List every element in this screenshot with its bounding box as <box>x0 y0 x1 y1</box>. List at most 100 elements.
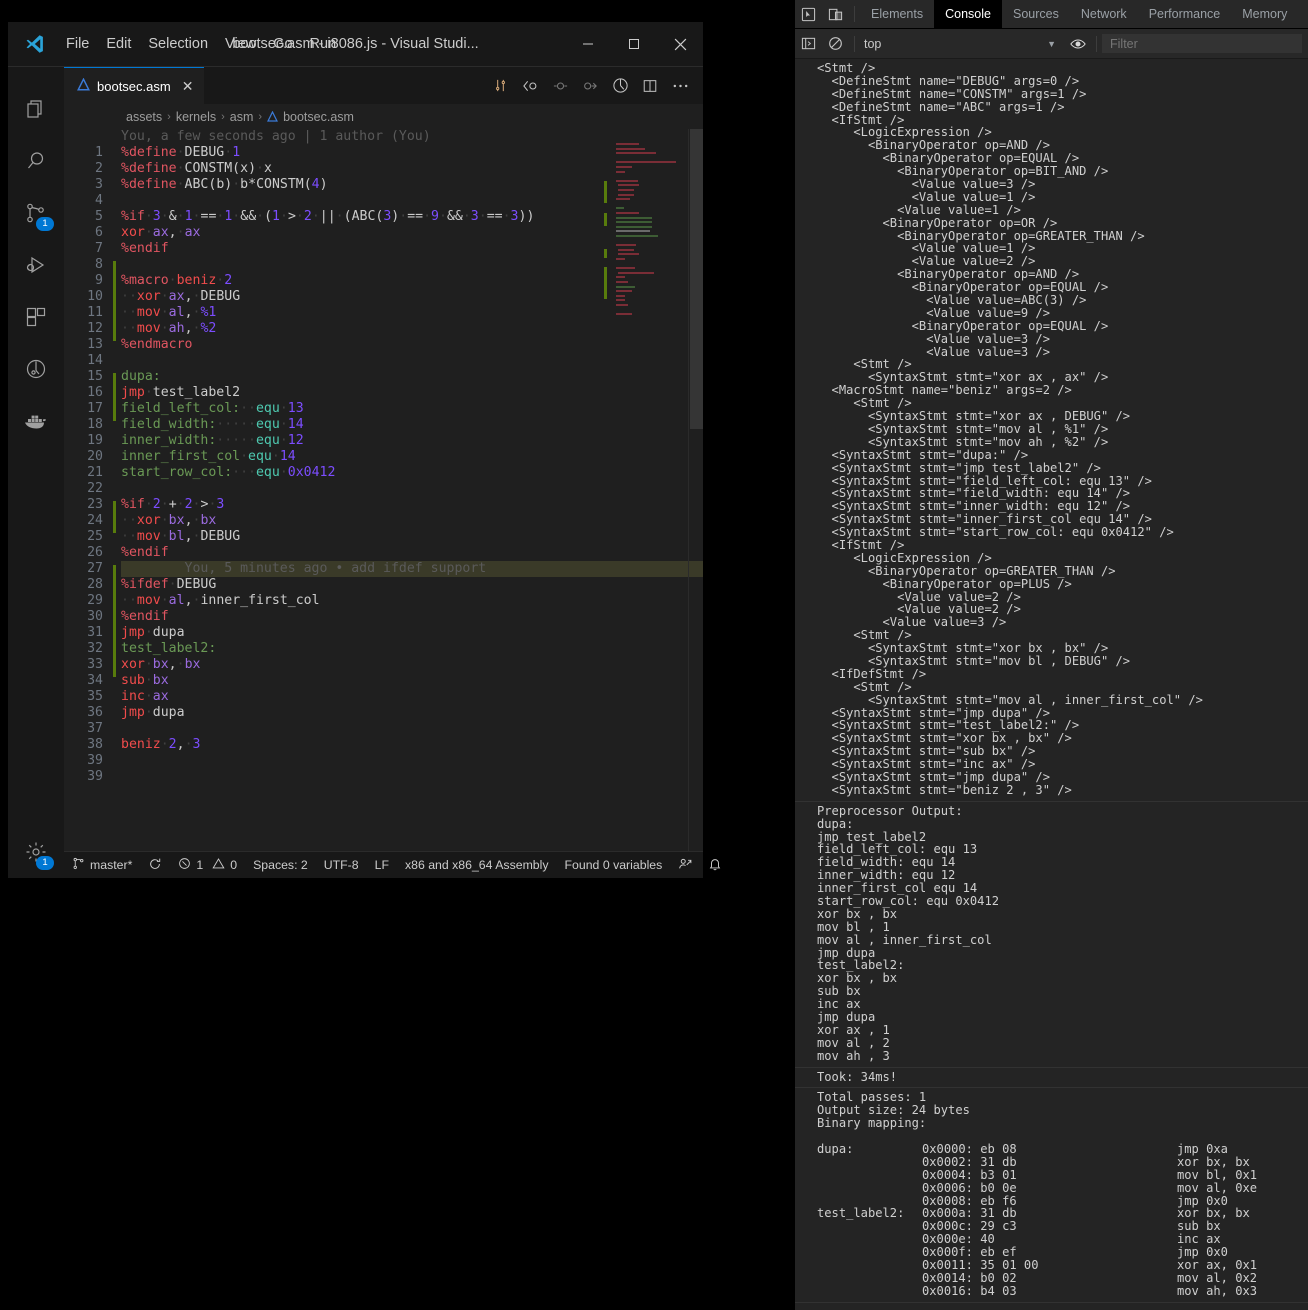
line-number: 9 <box>95 273 103 288</box>
line-number: 27 <box>87 561 103 576</box>
clear-console-icon[interactable] <box>822 31 849 57</box>
minimize-button[interactable] <box>565 22 611 66</box>
menu-item-go[interactable]: Go <box>273 36 292 52</box>
go-forward-icon[interactable] <box>579 75 601 97</box>
binary-asm: jmp 0xa <box>1177 1142 1228 1157</box>
sidebar-item-docker[interactable] <box>8 395 64 447</box>
line-number: 30 <box>87 609 103 624</box>
editor-scrollbar-thumb[interactable] <box>690 129 703 429</box>
tab-performance[interactable]: Performance <box>1138 0 1232 28</box>
sidebar-item-search[interactable] <box>8 135 64 187</box>
menu-item-view[interactable]: View <box>225 36 256 52</box>
console-line: <BinaryOperator op=PLUS /> <box>817 576 1072 591</box>
binary-address: 0x0002: 31 db <box>922 1154 1017 1169</box>
maximize-button[interactable] <box>611 22 657 66</box>
git-blame-toggle-icon[interactable] <box>609 75 631 97</box>
binary-label: dupa: <box>817 1142 854 1157</box>
status-variables[interactable]: Found 0 variables <box>557 852 671 878</box>
tab-console[interactable]: Console <box>934 0 1002 28</box>
editor-actions <box>489 67 703 104</box>
minimap-slider[interactable] <box>688 129 689 851</box>
console-line: <SyntaxStmt stmt="jmp dupa" /> <box>817 769 1050 784</box>
sidebar-item-explorer[interactable] <box>8 83 64 135</box>
console-line: <SyntaxStmt stmt="dupa:" /> <box>817 447 1029 462</box>
breadcrumb-item-kernels[interactable]: kernels <box>176 110 216 124</box>
execution-context-selector[interactable]: top ▼ <box>860 37 1064 51</box>
binary-label: test_label2: <box>817 1206 905 1221</box>
breadcrumb[interactable]: assets › kernels › asm › bootsec.asm <box>64 104 703 129</box>
tab-close-icon[interactable]: ✕ <box>182 78 194 95</box>
console-message-preprocessor-output[interactable]: Preprocessor Output: dupa: jmp test_label2… <box>795 802 1308 1068</box>
split-editor-icon[interactable] <box>639 75 661 97</box>
console-line: <Value value=1 /> <box>817 189 1036 204</box>
console-line: <Value value=3 /> <box>817 331 1050 346</box>
minimap[interactable] <box>604 129 689 851</box>
more-actions-icon[interactable] <box>669 75 691 97</box>
run-split-icon[interactable] <box>489 75 511 97</box>
binary-address: 0x0016: b4 03 <box>922 1283 1017 1298</box>
status-eol[interactable]: LF <box>367 852 397 878</box>
testing-icon <box>24 357 48 381</box>
status-problems[interactable]: 1 0 <box>170 852 245 878</box>
console-line: xor bx , bx <box>817 906 898 921</box>
line-number: 15 <box>87 369 103 384</box>
status-branch[interactable]: master* <box>64 852 140 878</box>
line-number: 11 <box>87 305 103 320</box>
tab-elements[interactable]: Elements <box>860 0 934 28</box>
close-button[interactable] <box>657 22 703 66</box>
console-line: <Value value=ABC(3) /> <box>817 293 1087 308</box>
console-message-assembler-summary[interactable]: Total passes: 1 Output size: 24 bytes Bina… <box>795 1088 1308 1303</box>
binary-label <box>795 1272 922 1285</box>
sidebar-item-run-and-debug[interactable] <box>8 239 64 291</box>
console-message-timing[interactable]: Took: 34ms! <box>795 1068 1308 1089</box>
console-line: <SyntaxStmt stmt="beniz 2 , 3" /> <box>817 782 1072 797</box>
line-number: 20 <box>87 449 103 464</box>
console-message-ast-dump[interactable]: <Stmt /> <DefineStmt name="DEBUG" args=0… <box>795 59 1308 802</box>
line-number: 32 <box>87 641 103 656</box>
breadcrumb-item-assets[interactable]: assets <box>126 110 162 124</box>
console-output[interactable]: <Stmt /> <DefineStmt name="DEBUG" args=0… <box>795 59 1308 1310</box>
status-notifications[interactable] <box>700 852 730 878</box>
tab-sources[interactable]: Sources <box>1002 0 1070 28</box>
status-encoding[interactable]: UTF-8 <box>316 852 367 878</box>
binary-mapping-row: 0x000c: 29 c3 sub bx <box>795 1220 1308 1233</box>
status-language-mode[interactable]: x86 and x86_64 Assembly <box>397 852 557 878</box>
editor-area[interactable]: 1 2 3 4 5 6 7 8 9 10 11 12 13 14 15 16 17 18 19 20 21 22 23 24 2… <box>64 129 703 851</box>
line-number: 6 <box>95 225 103 240</box>
go-back-icon[interactable] <box>519 75 541 97</box>
breadcrumb-item-bootsec[interactable]: bootsec.asm <box>283 110 354 124</box>
sidebar-item-source-control[interactable]: 1 <box>8 187 64 239</box>
sidebar-item-extensions[interactable] <box>8 291 64 343</box>
device-toolbar-icon[interactable] <box>822 1 849 27</box>
tab-bootsec-asm[interactable]: bootsec.asm ✕ <box>64 67 205 104</box>
filter-input[interactable]: Filter <box>1102 34 1302 53</box>
console-sidebar-toggle-icon[interactable] <box>795 31 822 57</box>
console-line: <SyntaxStmt stmt="jmp test_label2" /> <box>817 460 1101 475</box>
unstage-icon[interactable] <box>549 75 571 97</box>
title-bar: File Edit Selection View Go Run bootsec.… <box>8 22 703 67</box>
console-line: <DefineStmt name="DEBUG" args=0 /> <box>817 73 1080 88</box>
status-sync[interactable] <box>140 852 170 878</box>
console-line: <SyntaxStmt stmt="mov al , inner_first_c… <box>817 692 1203 707</box>
status-indentation[interactable]: Spaces: 2 <box>245 852 316 878</box>
menu-item-edit[interactable]: Edit <box>106 36 131 52</box>
menu-item-selection[interactable]: Selection <box>148 36 208 52</box>
activity-bar[interactable]: 1 1 <box>8 67 64 878</box>
sidebar-item-manage[interactable]: 1 <box>8 826 64 878</box>
sidebar-item-testing[interactable] <box>8 343 64 395</box>
status-feedback[interactable] <box>670 852 700 878</box>
inspect-element-icon[interactable] <box>795 1 822 27</box>
line-number: 5 <box>95 209 103 224</box>
breadcrumb-sep-icon: › <box>221 110 225 123</box>
line-number: 13 <box>87 337 103 352</box>
binary-mapping-row: dupa: 0x0000: eb 08 jmp 0xa <box>795 1143 1308 1156</box>
menu-bar[interactable]: File Edit Selection View Go Run <box>66 36 336 52</box>
menu-item-file[interactable]: File <box>66 36 89 52</box>
live-expression-icon[interactable] <box>1064 31 1091 57</box>
breadcrumb-item-asm[interactable]: asm <box>230 110 254 124</box>
menu-item-run[interactable]: Run <box>310 36 337 52</box>
console-line: xor bx , bx <box>817 971 898 986</box>
tab-memory[interactable]: Memory <box>1231 0 1298 28</box>
tab-network[interactable]: Network <box>1070 0 1138 28</box>
